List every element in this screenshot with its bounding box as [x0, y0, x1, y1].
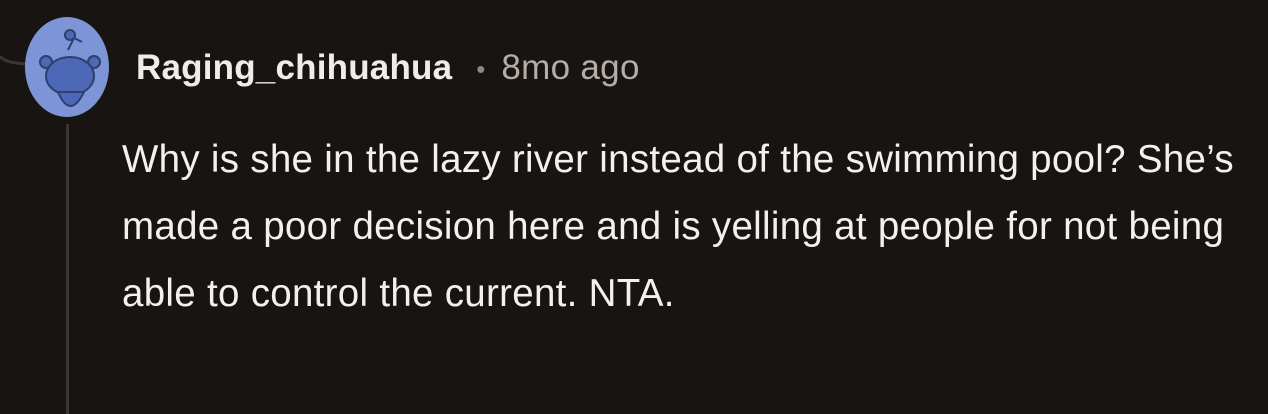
comment-timestamp[interactable]: 8mo ago [501, 48, 639, 88]
thread-line[interactable] [66, 124, 69, 414]
comment: Raging_chihuahua • 8mo ago Why is she in… [0, 0, 1268, 414]
meta-separator: • [476, 53, 486, 84]
comment-body: Why is she in the lazy river instead of … [122, 138, 1234, 315]
author-username[interactable]: Raging_chihuahua [136, 48, 452, 88]
comment-header: Raging_chihuahua • 8mo ago [136, 44, 640, 92]
reddit-snoo-icon[interactable] [24, 16, 110, 118]
